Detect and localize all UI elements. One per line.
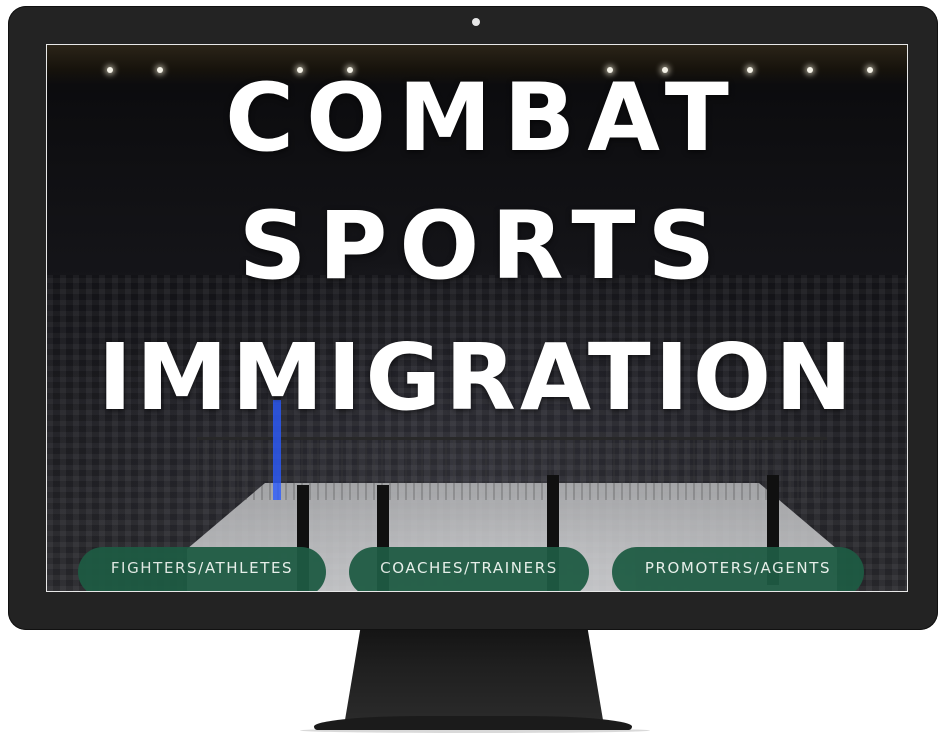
monitor-stand: [345, 628, 603, 720]
screen: COMBAT SPORTS IMMIGRATION FIGHTERS/ATHLE…: [46, 44, 908, 592]
headline-line-2: SPORTS: [238, 192, 728, 301]
monitor-frame: COMBAT SPORTS IMMIGRATION FIGHTERS/ATHLE…: [8, 6, 938, 630]
headline-line-3: IMMIGRATION: [97, 324, 857, 431]
coaches-trainers-button[interactable]: COACHES/TRAINERS: [349, 547, 589, 591]
headline-line-1: COMBAT: [225, 64, 741, 173]
fighters-athletes-button[interactable]: FIGHTERS/ATHLETES: [78, 547, 326, 591]
hero-headline: COMBAT SPORTS IMMIGRATION: [47, 59, 907, 437]
octagon-fence: [197, 437, 827, 500]
monitor-stand-base: [314, 716, 632, 730]
camera-icon: [472, 18, 480, 26]
promoters-agents-button[interactable]: PROMOTERS/AGENTS: [612, 547, 864, 591]
